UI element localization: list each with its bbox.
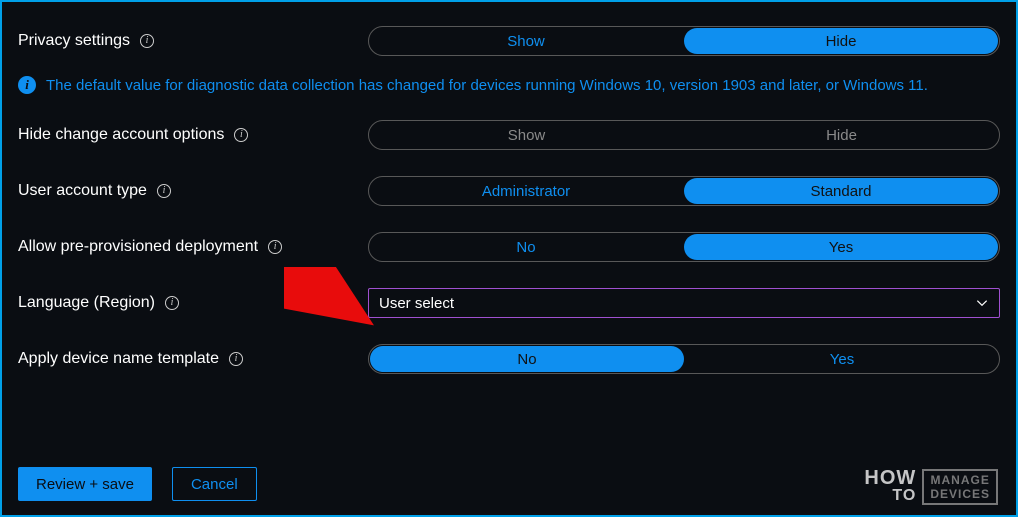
row-hide-change-account: Hide change account options i Show Hide [18, 114, 1000, 156]
toggle-hide-change-hide[interactable]: Hide [684, 121, 999, 149]
toggle-allow-preprov[interactable]: No Yes [368, 232, 1000, 262]
row-allow-preprov: Allow pre-provisioned deployment i No Ye… [18, 226, 1000, 268]
row-privacy-settings: Privacy settings i Show Hide [18, 20, 1000, 62]
toggle-hide-change-account[interactable]: Show Hide [368, 120, 1000, 150]
toggle-device-template[interactable]: No Yes [368, 344, 1000, 374]
footer-actions: Review + save Cancel [18, 467, 257, 501]
row-user-account-type: User account type i Administrator Standa… [18, 170, 1000, 212]
user-account-type-text: User account type [18, 182, 147, 200]
label-user-account-type: User account type i [18, 182, 368, 200]
toggle-privacy-show[interactable]: Show [369, 27, 683, 55]
info-banner-icon: i [18, 76, 36, 94]
toggle-user-account-standard[interactable]: Standard [684, 178, 998, 204]
info-icon[interactable]: i [268, 240, 282, 254]
info-icon[interactable]: i [140, 34, 154, 48]
info-icon[interactable]: i [165, 296, 179, 310]
review-save-button[interactable]: Review + save [18, 467, 152, 501]
cancel-button[interactable]: Cancel [172, 467, 257, 501]
language-region-text: Language (Region) [18, 294, 155, 312]
chevron-down-icon [975, 296, 989, 310]
label-hide-change-account: Hide change account options i [18, 126, 368, 144]
info-icon[interactable]: i [229, 352, 243, 366]
dropdown-language-value: User select [379, 295, 454, 312]
info-banner-text: The default value for diagnostic data co… [46, 77, 928, 94]
watermark-box: MANAGE DEVICES [922, 469, 998, 505]
toggle-hide-change-show[interactable]: Show [369, 121, 684, 149]
label-privacy-settings: Privacy settings i [18, 32, 368, 50]
hide-change-account-text: Hide change account options [18, 126, 224, 144]
privacy-settings-text: Privacy settings [18, 32, 130, 50]
device-template-text: Apply device name template [18, 350, 219, 368]
label-device-template: Apply device name template i [18, 350, 368, 368]
watermark: HOW TO MANAGE DEVICES [864, 469, 998, 505]
label-allow-preprov: Allow pre-provisioned deployment i [18, 238, 368, 256]
dropdown-language-region[interactable]: User select [368, 288, 1000, 318]
toggle-device-template-no[interactable]: No [370, 346, 684, 372]
label-language-region: Language (Region) i [18, 294, 368, 312]
toggle-user-account-type[interactable]: Administrator Standard [368, 176, 1000, 206]
row-language-region: Language (Region) i User select [18, 282, 1000, 324]
toggle-allow-preprov-no[interactable]: No [369, 233, 683, 261]
info-icon[interactable]: i [234, 128, 248, 142]
toggle-user-account-admin[interactable]: Administrator [369, 177, 683, 205]
toggle-privacy-hide[interactable]: Hide [684, 28, 998, 54]
allow-preprov-text: Allow pre-provisioned deployment [18, 238, 258, 256]
info-icon[interactable]: i [157, 184, 171, 198]
info-banner: i The default value for diagnostic data … [18, 76, 1000, 94]
toggle-privacy-settings[interactable]: Show Hide [368, 26, 1000, 56]
toggle-device-template-yes[interactable]: Yes [685, 345, 999, 373]
row-device-template: Apply device name template i No Yes [18, 338, 1000, 380]
toggle-allow-preprov-yes[interactable]: Yes [684, 234, 998, 260]
watermark-how: HOW TO [864, 469, 916, 505]
